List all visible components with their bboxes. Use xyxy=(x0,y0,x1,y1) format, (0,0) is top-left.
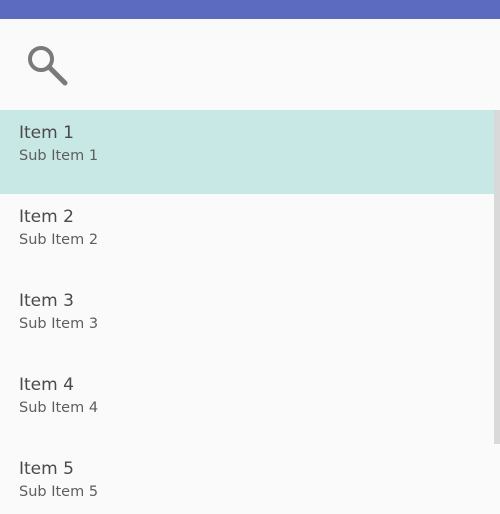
list-item-subtitle: Sub Item 4 xyxy=(19,400,99,416)
search-icon[interactable] xyxy=(24,43,70,87)
list-item[interactable]: Item 4 Sub Item 4 xyxy=(0,362,500,446)
list-item-title: Item 1 xyxy=(19,123,74,143)
list-item[interactable]: Item 5 Sub Item 5 xyxy=(0,446,500,514)
search-bar xyxy=(0,19,500,110)
list-item-title: Item 3 xyxy=(19,291,74,311)
list-item[interactable]: Item 1 Sub Item 1 xyxy=(0,110,500,194)
top-app-bar xyxy=(0,0,500,19)
list-item-subtitle: Sub Item 1 xyxy=(19,148,99,164)
list-scrollbar[interactable] xyxy=(494,110,500,444)
item-list: Item 1 Sub Item 1 Item 2 Sub Item 2 Item… xyxy=(0,110,500,514)
list-item[interactable]: Item 2 Sub Item 2 xyxy=(0,194,500,278)
list-item-title: Item 5 xyxy=(19,459,74,479)
list-item-title: Item 2 xyxy=(19,207,74,227)
list-item-subtitle: Sub Item 2 xyxy=(19,232,99,248)
app-window: Item 1 Sub Item 1 Item 2 Sub Item 2 Item… xyxy=(0,0,500,514)
list-item-subtitle: Sub Item 3 xyxy=(19,316,99,332)
list-item-subtitle: Sub Item 5 xyxy=(19,484,99,500)
list-item-title: Item 4 xyxy=(19,375,74,395)
list-item[interactable]: Item 3 Sub Item 3 xyxy=(0,278,500,362)
